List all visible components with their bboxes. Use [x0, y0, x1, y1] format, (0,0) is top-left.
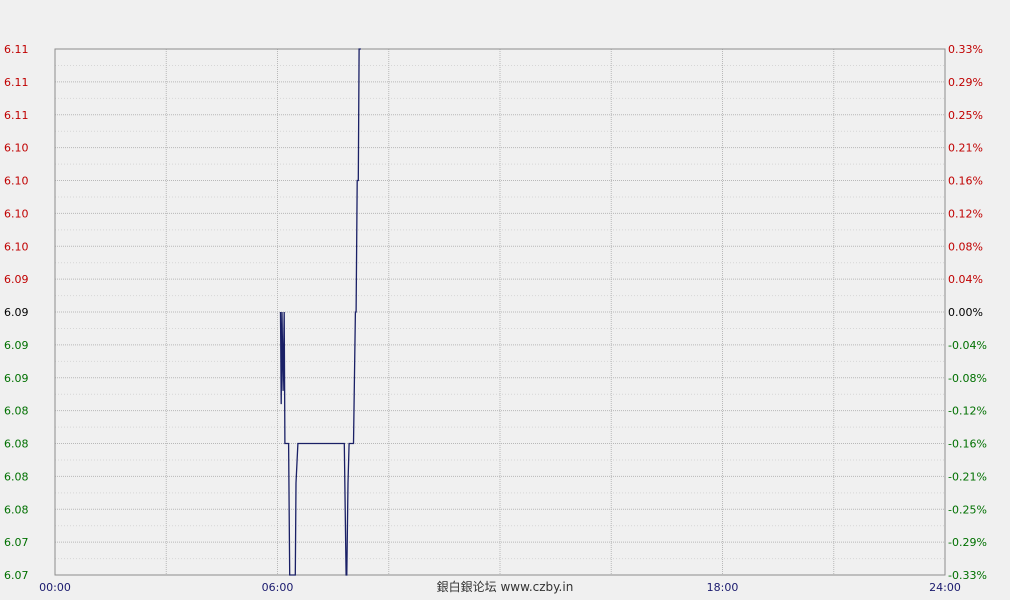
right-tick-label: 0.16% — [948, 175, 983, 188]
right-tick-label: 0.25% — [948, 109, 983, 122]
left-tick-label: 6.09 — [4, 306, 29, 319]
left-tick-label: 6.10 — [4, 240, 29, 253]
right-tick-label: 0.21% — [948, 142, 983, 155]
right-tick-label: -0.25% — [948, 503, 987, 516]
right-percent-axis: 0.33% 0.29% 0.25% 0.21% 0.16% 0.12% 0.08% 0.04%… — [948, 43, 987, 582]
left-tick-label: 6.08 — [4, 503, 29, 516]
right-tick-label: 0.00% — [948, 306, 983, 319]
right-tick-label: -0.04% — [948, 339, 987, 352]
left-tick-label: 6.11 — [4, 76, 29, 89]
x-tick-label: 00:00 — [39, 581, 71, 594]
price-chart: 6.11 6.11 6.11 6.10 6.10 6.10 6.10 6.09 6.09 6.09… — [4, 43, 987, 594]
right-tick-label: -0.29% — [948, 536, 987, 549]
left-tick-label: 6.09 — [4, 339, 29, 352]
right-tick-label: -0.16% — [948, 438, 987, 451]
left-tick-label: 6.09 — [4, 372, 29, 385]
right-tick-label: 0.29% — [948, 76, 983, 89]
price-line — [279, 48, 361, 576]
left-tick-label: 6.07 — [4, 569, 29, 582]
left-tick-label: 6.11 — [4, 109, 29, 122]
right-tick-label: -0.08% — [948, 372, 987, 385]
grid — [55, 49, 945, 575]
x-tick-label: 18:00 — [707, 581, 739, 594]
right-tick-label: 0.33% — [948, 43, 983, 56]
x-tick-label: 24:00 — [929, 581, 961, 594]
left-tick-label: 6.10 — [4, 142, 29, 155]
left-tick-label: 6.08 — [4, 438, 29, 451]
right-tick-label: 0.12% — [948, 207, 983, 220]
left-tick-label: 6.09 — [4, 273, 29, 286]
right-tick-label: -0.21% — [948, 470, 987, 483]
left-tick-label: 6.08 — [4, 405, 29, 418]
right-tick-label: 0.04% — [948, 273, 983, 286]
x-tick-label: 06:00 — [262, 581, 294, 594]
left-tick-label: 6.07 — [4, 536, 29, 549]
series-group — [279, 48, 361, 576]
left-tick-label: 6.10 — [4, 175, 29, 188]
right-tick-label: 0.08% — [948, 240, 983, 253]
left-tick-label: 6.10 — [4, 207, 29, 220]
left-price-axis: 6.11 6.11 6.11 6.10 6.10 6.10 6.10 6.09 6.09 6.09… — [4, 43, 29, 582]
left-tick-label: 6.08 — [4, 470, 29, 483]
left-tick-label: 6.11 — [4, 43, 29, 56]
right-tick-label: -0.12% — [948, 405, 987, 418]
watermark-text: 銀白銀论坛 www.czby.in — [437, 579, 574, 594]
